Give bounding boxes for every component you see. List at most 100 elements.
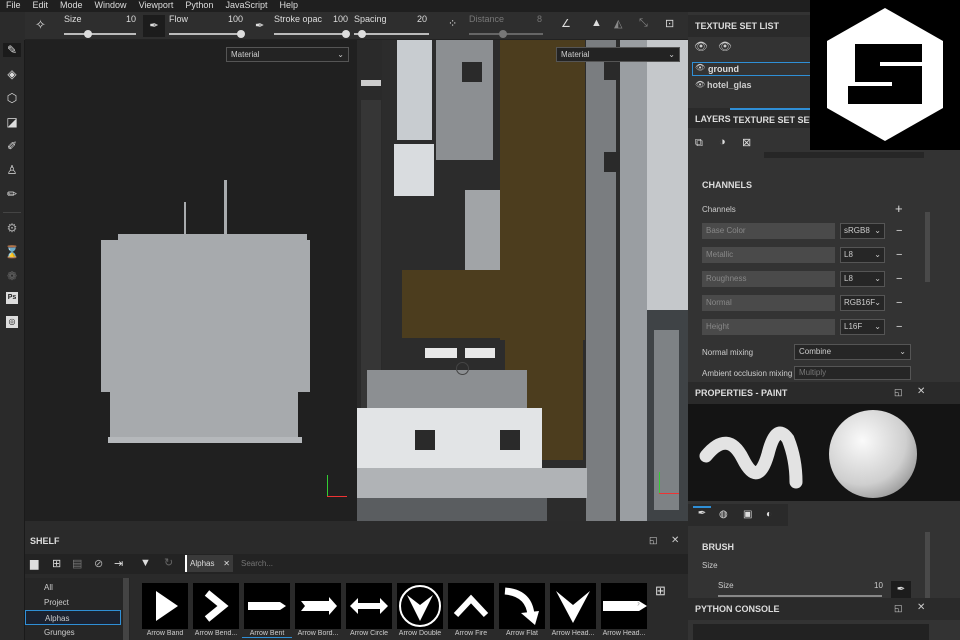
remove-channel-button[interactable]: −	[896, 223, 902, 239]
channel-roughness[interactable]: Roughness	[702, 271, 835, 287]
shelf-category-project[interactable]: Project	[25, 595, 121, 610]
brush-tab-icon[interactable]: ✒	[693, 506, 711, 524]
menu-mode[interactable]: Mode	[54, 0, 89, 12]
ao-mixing-select[interactable]: Multiply	[794, 366, 911, 380]
alpha-thumb-arrow-band[interactable]	[142, 583, 188, 629]
alpha-thumb-arrow-flat[interactable]	[499, 583, 545, 629]
spacing-slider[interactable]	[354, 30, 429, 38]
remove-channel-button[interactable]: −	[896, 271, 902, 287]
python-console-output[interactable]	[693, 624, 929, 640]
material-select-2d[interactable]: Material ⌄	[556, 47, 680, 62]
shelf-category-alphas[interactable]: Alphas	[25, 610, 121, 625]
polygon-fill-icon[interactable]: ◪	[4, 115, 20, 129]
paint-brush-icon[interactable]: ✎	[3, 43, 21, 57]
smudge-icon[interactable]: ✐	[4, 139, 20, 153]
alpha-thumb-arrow-head-1[interactable]	[550, 583, 596, 629]
pen-pressure-icon[interactable]: ✒	[143, 15, 165, 37]
eye-icon[interactable]: 👁	[694, 40, 708, 53]
reset-filter-icon[interactable]: ↻	[164, 556, 173, 569]
menu-edit[interactable]: Edit	[27, 0, 55, 12]
display-icon[interactable]: ⊡	[665, 17, 674, 30]
material-tab-icon[interactable]: ◐	[766, 509, 772, 520]
texture-set-ground[interactable]: ground	[692, 62, 812, 76]
photoshop-icon[interactable]: Ps	[6, 292, 18, 304]
flow-slider[interactable]	[169, 30, 245, 38]
ground-visible-icon[interactable]: 👁	[695, 63, 705, 72]
size-slider[interactable]	[64, 30, 136, 38]
menu-javascript[interactable]: JavaScript	[219, 0, 273, 12]
visibility-icon[interactable]: 👁	[718, 40, 732, 53]
new-resource-icon[interactable]: ⊞	[52, 557, 61, 570]
shelf-search-input[interactable]	[237, 555, 637, 572]
color-picker-icon[interactable]: ✏	[4, 187, 20, 201]
close-icon[interactable]: ✕	[671, 535, 679, 546]
panel-scrollbar[interactable]	[925, 212, 930, 282]
2d-uv-viewport[interactable]: Material ⌄	[357, 40, 688, 521]
material-select-3d[interactable]: Material ⌄	[226, 47, 349, 62]
stencil-tab-icon[interactable]: ▣	[743, 509, 752, 520]
bake-icon[interactable]: ⌛	[4, 245, 20, 259]
iray-icon[interactable]: ❁	[4, 269, 20, 283]
import-icon[interactable]: ⇥	[114, 557, 123, 570]
filter-icon[interactable]: ▼	[140, 557, 151, 569]
stroke-opacity-slider[interactable]	[274, 30, 350, 38]
shelf-category-all[interactable]: All	[25, 580, 121, 595]
hide-icon[interactable]: ⊘	[94, 557, 103, 570]
channel-base-color[interactable]: Base Color	[702, 223, 835, 239]
menu-window[interactable]: Window	[89, 0, 133, 12]
tab-layers[interactable]: LAYERS	[695, 114, 731, 124]
filter-tag-alphas[interactable]: Alphas ✕	[185, 555, 233, 572]
alpha-thumb-arrow-border[interactable]	[295, 583, 341, 629]
properties-scrollbar[interactable]	[925, 532, 930, 602]
alpha-thumb-arrow-circle[interactable]	[346, 583, 392, 629]
alpha-thumb-arrow-fire[interactable]	[448, 583, 494, 629]
menu-viewport[interactable]: Viewport	[133, 0, 180, 12]
float-panel-icon[interactable]: ◱	[894, 387, 903, 398]
alpha-thumb-arrow-head-2[interactable]	[601, 583, 647, 629]
uv-crop-icon[interactable]: ⊠	[742, 136, 751, 149]
delete-icon[interactable]: ▤	[72, 557, 82, 570]
remove-filter-icon[interactable]: ✕	[223, 555, 230, 572]
menu-file[interactable]: File	[0, 0, 27, 12]
brush-stroke-icon[interactable]: ✒	[255, 19, 264, 32]
category-scrollbar[interactable]	[123, 578, 129, 640]
brush-settings-icon[interactable]: ◭	[614, 17, 622, 30]
symmetry-icon[interactable]: ✧	[35, 17, 46, 33]
alpha-thumb-arrow-double[interactable]	[397, 583, 443, 629]
folder-icon[interactable]: ▆	[30, 557, 38, 570]
grid-view-icon[interactable]: ⊞	[655, 583, 666, 599]
align-icon[interactable]: ▲	[591, 17, 602, 29]
tab-texture-set-settings[interactable]: TEXTURE SET SETT	[730, 108, 810, 128]
scroll-right-icon[interactable]: ›	[637, 598, 640, 608]
alpha-thumb-arrow-bend[interactable]	[193, 583, 239, 629]
channel-format-normal[interactable]: RGB16F ⌄	[840, 295, 885, 311]
close-icon[interactable]: ✕	[917, 602, 925, 613]
shelf-category-grunges[interactable]: Grunges	[25, 625, 121, 640]
menu-python[interactable]: Python	[179, 0, 219, 12]
float-panel-icon[interactable]: ◱	[649, 535, 658, 546]
menu-help[interactable]: Help	[273, 0, 304, 12]
close-icon[interactable]: ✕	[917, 386, 925, 397]
clone-stamp-icon[interactable]: ♙	[4, 163, 20, 177]
float-panel-icon[interactable]: ◱	[894, 603, 903, 614]
pen-pressure-icon[interactable]: ✒	[891, 581, 911, 599]
lazy-mouse-icon[interactable]: ⁘	[448, 17, 457, 30]
alpha-tab-icon[interactable]: ◍	[719, 509, 728, 520]
brush-size-slider[interactable]	[718, 595, 882, 597]
channel-format-height[interactable]: L16F ⌄	[840, 319, 885, 335]
channel-normal[interactable]: Normal	[702, 295, 835, 311]
texture-set-hotel-glas[interactable]: hotel_glas	[692, 78, 812, 92]
normal-mixing-select[interactable]: Combine ⌄	[794, 344, 911, 360]
material-icon[interactable]: ◑	[719, 136, 726, 148]
add-channel-button[interactable]: +	[895, 201, 903, 216]
alpha-thumb-arrow-bent[interactable]	[244, 583, 290, 629]
hotel-glas-visible-icon[interactable]: 👁	[695, 80, 705, 89]
settings-gear-icon[interactable]: ⚙	[4, 221, 20, 235]
channel-format-metallic[interactable]: L8 ⌄	[840, 247, 885, 263]
remove-channel-button[interactable]: −	[896, 295, 902, 311]
channel-format-roughness[interactable]: L8 ⌄	[840, 271, 885, 287]
angle-icon[interactable]: ∠	[561, 17, 571, 30]
remove-channel-button[interactable]: −	[896, 319, 902, 335]
export-icon[interactable]: ◎	[6, 316, 18, 328]
camera-icon[interactable]: ⤡	[639, 17, 648, 30]
